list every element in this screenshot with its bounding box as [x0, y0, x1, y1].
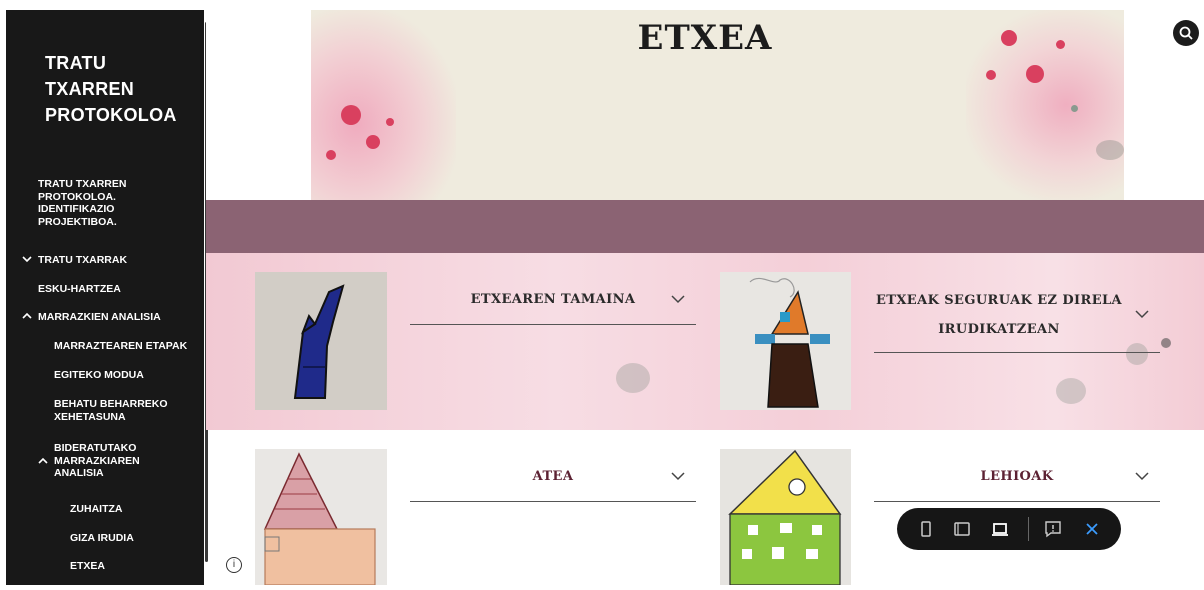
feedback-button[interactable]	[1042, 518, 1064, 540]
preview-toolbar	[897, 508, 1121, 550]
accordion-title: ETXEAK SEGURUAK EZ DIRELA IRUDIKATZEAN	[875, 293, 1123, 337]
chevron-down-icon	[671, 472, 685, 481]
search-button[interactable]	[1173, 20, 1199, 46]
nav-item-zuhaitza[interactable]: ZUHAITZA	[70, 503, 123, 516]
accordion-lehioak[interactable]: LEHIOAK	[874, 449, 1160, 502]
accordion-title: ATEA	[532, 469, 574, 484]
accordion-atea[interactable]: ATEA	[410, 449, 696, 502]
close-icon	[1086, 523, 1098, 535]
sidebar: TRATU TXARREN PROTOKOLOA TRATU TXARREN P…	[6, 10, 208, 585]
laptop-view-icon	[992, 523, 1008, 536]
nav-item-esku-hartzea[interactable]: ESKU-HARTZEA	[38, 283, 121, 296]
drawing-image	[255, 449, 387, 586]
accordion-etxearen-tamaina[interactable]: ETXEAREN TAMAINA	[410, 272, 696, 325]
paint-dot	[1026, 65, 1044, 83]
header-banner: ETXEA	[206, 10, 1204, 200]
paint-dot	[986, 70, 996, 80]
nav-item-giza-irudia[interactable]: GIZA IRUDIA	[70, 532, 134, 545]
paint-blot	[1161, 338, 1171, 348]
page-title: ETXEA	[637, 18, 773, 58]
tablet-view-icon	[954, 522, 970, 536]
paint-dot	[341, 105, 361, 125]
chevron-down-icon	[1135, 472, 1149, 481]
nav-item-etxea[interactable]: ETXEA	[70, 560, 105, 573]
accordion-title: ETXEAREN TAMAINA	[470, 292, 636, 307]
nav-item-marrazkien-analisia[interactable]: MARRAZKIEN ANALISIA	[22, 311, 161, 324]
color-band	[206, 200, 1204, 253]
phone-view-button[interactable]	[915, 518, 937, 540]
search-icon	[1179, 26, 1193, 40]
laptop-view-button[interactable]	[989, 518, 1011, 540]
drawing-image	[255, 272, 387, 410]
paint-dot	[1096, 140, 1124, 160]
phone-view-icon	[921, 521, 931, 537]
nav-item-egiteko-modua[interactable]: EGITEKO MODUA	[54, 369, 144, 382]
paint-dot	[326, 150, 336, 160]
paint-blot	[1056, 378, 1086, 404]
toolbar-divider	[1028, 517, 1029, 541]
nav-item-tratu-txarrak[interactable]: TRATU TXARRAK	[22, 254, 127, 267]
paint-dot	[366, 135, 380, 149]
chevron-up-icon[interactable]	[38, 456, 48, 470]
nav-item-behatu[interactable]: BEHATU BEHARREKO XEHETASUNA	[54, 398, 168, 423]
feedback-icon	[1045, 521, 1061, 538]
nav-item-intro[interactable]: TRATU TXARREN PROTOKOLOA. IDENTIFIKAZIO …	[38, 178, 188, 228]
drawing-image	[720, 272, 851, 410]
paint-dot	[1071, 105, 1078, 112]
site-title[interactable]: TRATU TXARREN PROTOKOLOA	[45, 50, 177, 128]
nav-item-bideratutako[interactable]: BIDERATUTAKO MARRAZKIAREN ANALISIA	[38, 442, 140, 480]
paint-dot	[386, 118, 394, 126]
accordion-title: LEHIOAK	[980, 469, 1054, 484]
chevron-down-icon	[671, 295, 685, 304]
chevron-down-icon[interactable]	[22, 254, 32, 268]
chevron-down-icon	[1135, 310, 1149, 319]
tablet-view-button[interactable]	[951, 518, 973, 540]
accordion-etxeak-seguruak[interactable]: ETXEAK SEGURUAK EZ DIRELA IRUDIKATZEAN	[874, 284, 1160, 353]
paint-blot	[616, 363, 650, 393]
nav-item-marrazteaaren-etapak[interactable]: MARRAZTEAREN ETAPAK	[54, 340, 187, 353]
close-button[interactable]	[1081, 518, 1103, 540]
info-icon[interactable]: i	[226, 557, 242, 573]
drawing-image	[720, 449, 851, 586]
chevron-up-icon[interactable]	[22, 311, 32, 325]
